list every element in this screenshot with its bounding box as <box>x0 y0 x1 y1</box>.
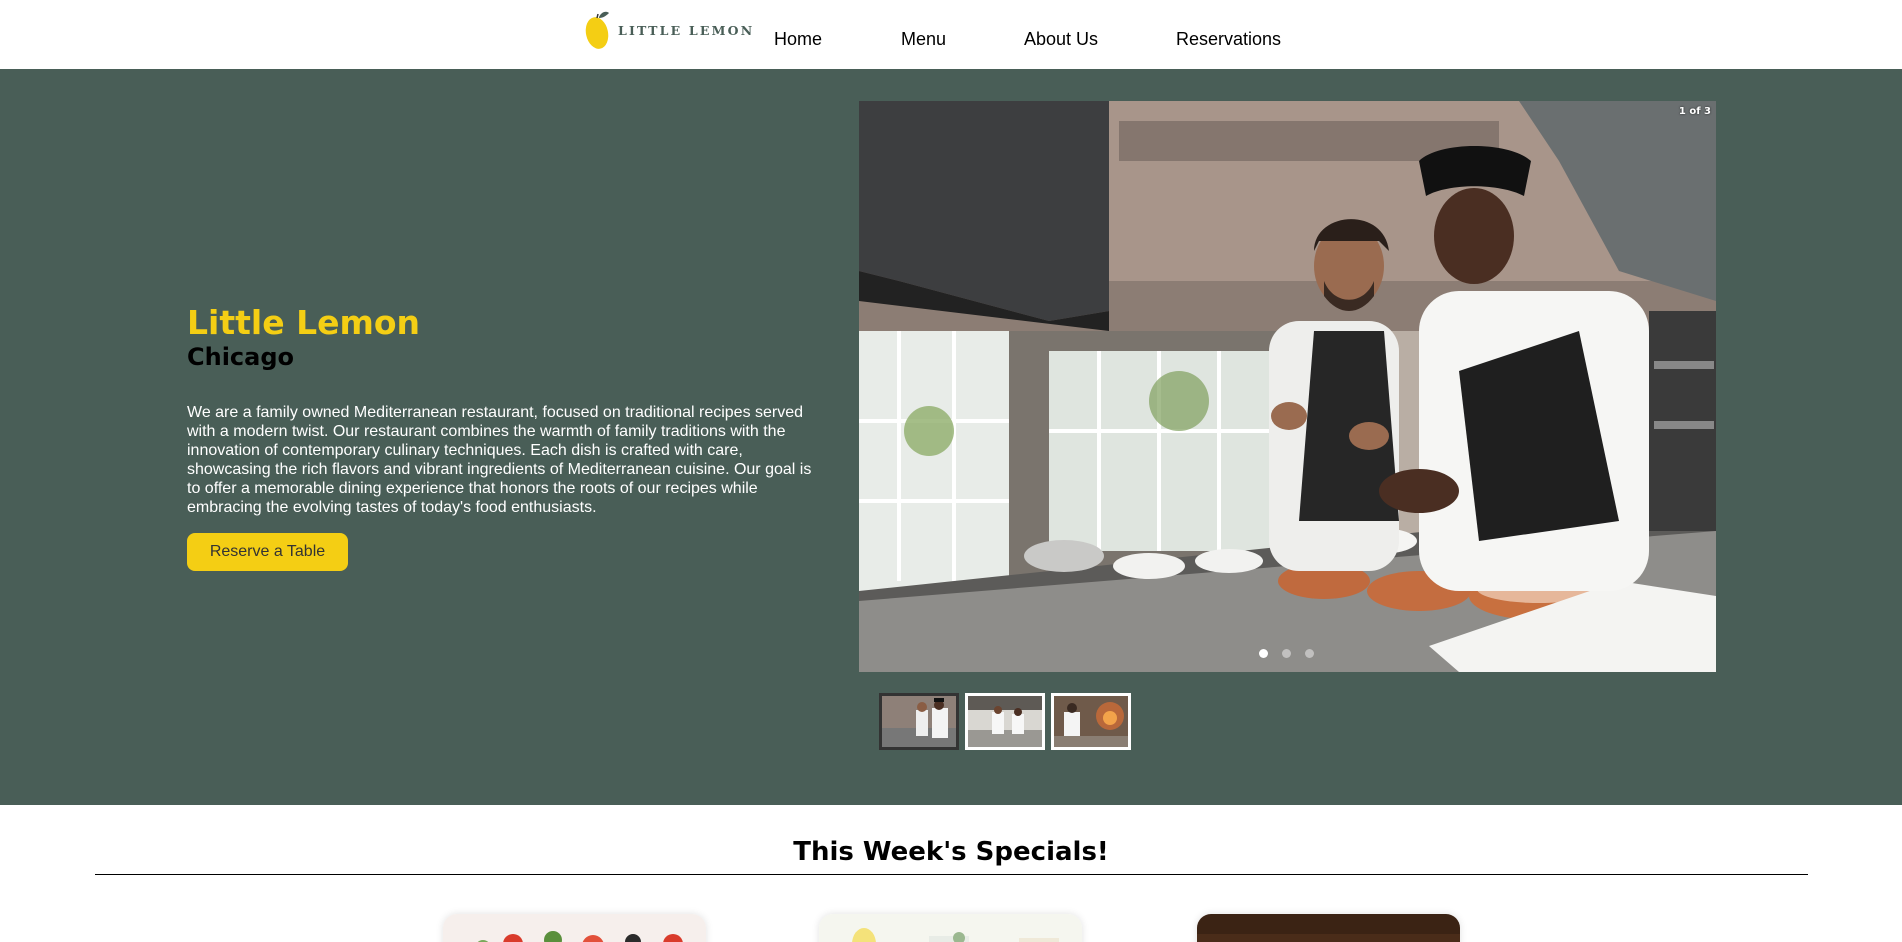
carousel-dot-3[interactable] <box>1305 649 1314 658</box>
top-navigation: LITTLE LEMON Home Menu About Us Reservat… <box>0 0 1902 69</box>
carousel-thumbnails <box>879 693 1131 750</box>
brand-logo[interactable]: LITTLE LEMON <box>585 8 752 52</box>
special-card-1-image <box>443 914 706 942</box>
image-carousel[interactable]: 1 of 3 <box>859 101 1716 672</box>
special-card-1[interactable] <box>443 914 706 942</box>
nav-link-about-us[interactable]: About Us <box>1024 28 1098 50</box>
special-card-2-image <box>819 914 1082 942</box>
special-card-3[interactable] <box>1197 914 1460 942</box>
carousel-dot-1[interactable] <box>1259 649 1268 658</box>
carousel-slide-image <box>859 101 1716 672</box>
specials-divider <box>95 874 1808 875</box>
slide-counter: 1 of 3 <box>1678 106 1711 117</box>
hero-subtitle: Chicago <box>187 343 295 371</box>
thumbnail-2[interactable] <box>965 693 1045 750</box>
thumbnail-3[interactable] <box>1051 693 1131 750</box>
nav-link-reservations[interactable]: Reservations <box>1176 28 1281 50</box>
reserve-table-button[interactable]: Reserve a Table <box>187 533 348 571</box>
lemon-logo-icon <box>585 9 611 51</box>
nav-link-menu[interactable]: Menu <box>901 28 946 50</box>
hero-section: Little Lemon Chicago We are a family own… <box>0 69 1902 805</box>
brand-name: LITTLE LEMON <box>618 22 755 38</box>
hero-description: We are a family owned Mediterranean rest… <box>187 404 812 516</box>
thumbnail-1[interactable] <box>879 693 959 750</box>
specials-heading: This Week's Specials! <box>793 837 1109 867</box>
special-card-2[interactable] <box>819 914 1082 942</box>
carousel-dot-2[interactable] <box>1282 649 1291 658</box>
nav-link-home[interactable]: Home <box>774 28 822 50</box>
hero-title: Little Lemon <box>187 303 421 342</box>
special-card-3-image <box>1197 914 1460 942</box>
carousel-dots <box>1259 649 1314 658</box>
